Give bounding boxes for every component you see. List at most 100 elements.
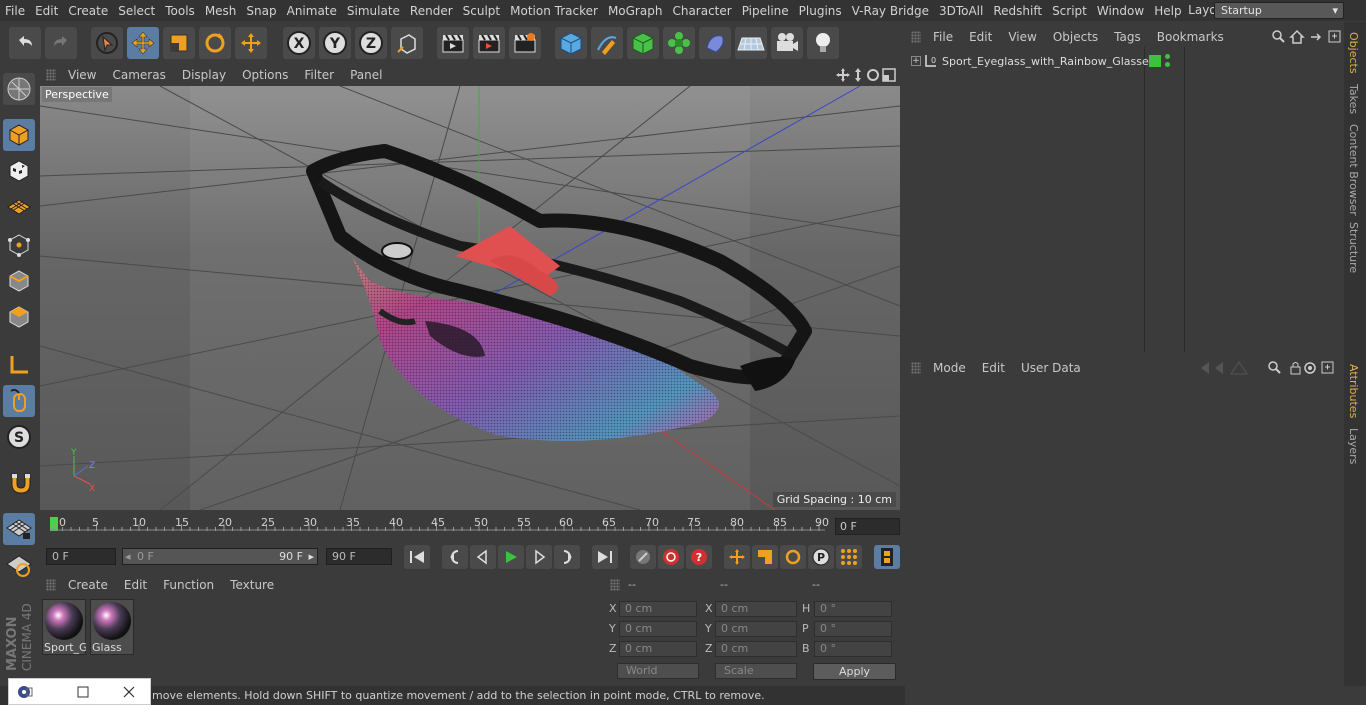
record-keys-button[interactable] [630, 545, 656, 569]
rotation-b-field[interactable]: 0 ° [814, 641, 892, 657]
attr-menu-edit[interactable]: Edit [974, 361, 1013, 375]
z-axis-lock-button[interactable]: Z [355, 27, 387, 59]
coord-scale-dropdown[interactable]: Scale [715, 663, 797, 679]
locked-workplane-button[interactable] [3, 549, 35, 581]
tab-takes[interactable]: Takes [1347, 84, 1360, 114]
model-mode-button[interactable] [3, 119, 35, 151]
tab-objects[interactable]: Objects [1347, 32, 1360, 74]
obj-menu-bookmarks[interactable]: Bookmarks [1149, 30, 1232, 44]
cloner-button[interactable] [663, 27, 695, 59]
menu-3dtoall[interactable]: 3DToAll [934, 4, 988, 18]
menu-render[interactable]: Render [405, 4, 458, 18]
points-mode-button[interactable] [3, 229, 35, 261]
keyframe-selection-button[interactable]: ? [686, 545, 712, 569]
current-frame-field[interactable]: 0 F [835, 518, 900, 535]
coord-grip[interactable] [610, 579, 620, 591]
apply-button[interactable]: Apply [813, 663, 896, 680]
close-icon[interactable] [123, 686, 135, 698]
coordinate-system-button[interactable] [391, 27, 423, 59]
snap-settings-button[interactable]: S [3, 421, 35, 453]
rotate-tool-button[interactable] [199, 27, 231, 59]
preview-range-slider[interactable]: ◂ 0 F 90 F ▸ [122, 548, 318, 565]
material-grip[interactable] [46, 579, 56, 591]
obj-menu-file[interactable]: File [925, 30, 961, 44]
scale-tool-button[interactable] [163, 27, 195, 59]
vp-menu-filter[interactable]: Filter [296, 68, 342, 82]
menu-simulate[interactable]: Simulate [342, 4, 405, 18]
key-position-button[interactable] [724, 545, 750, 569]
render-settings-button[interactable] [509, 27, 541, 59]
menu-file[interactable]: File [0, 4, 30, 18]
tweak-mode-button[interactable] [3, 385, 35, 417]
axis-mode-button[interactable] [3, 349, 35, 381]
timeline-window-button[interactable] [874, 545, 900, 569]
transform-tool-button[interactable] [235, 27, 267, 59]
render-view-button[interactable] [437, 27, 469, 59]
workplane-lock-button[interactable] [3, 513, 35, 545]
render-to-picture-viewer-button[interactable] [473, 27, 505, 59]
object-nav-icons[interactable] [1271, 29, 1343, 45]
position-y-field[interactable]: 0 cm [619, 621, 697, 637]
mat-menu-edit[interactable]: Edit [116, 578, 155, 592]
vp-menu-display[interactable]: Display [174, 68, 234, 82]
vp-menu-cameras[interactable]: Cameras [104, 68, 173, 82]
attribute-nav-icons[interactable] [1197, 360, 1343, 376]
menu-tools[interactable]: Tools [160, 4, 200, 18]
layer-color-swatch[interactable] [1149, 55, 1161, 67]
size-x-field[interactable]: 0 cm [715, 601, 797, 617]
menu-edit[interactable]: Edit [30, 4, 63, 18]
key-rotation-button[interactable] [780, 545, 806, 569]
next-frame-button[interactable] [526, 545, 552, 569]
position-x-field[interactable]: 0 cm [619, 601, 697, 617]
max-frame-field[interactable]: 90 F [326, 548, 392, 565]
size-z-field[interactable]: 0 cm [715, 641, 797, 657]
menu-mograph[interactable]: MoGraph [603, 4, 668, 18]
obj-menu-objects[interactable]: Objects [1045, 30, 1106, 44]
tab-layers[interactable]: Layers [1347, 428, 1360, 464]
coord-system-dropdown[interactable]: World [617, 663, 699, 679]
play-button[interactable] [498, 545, 524, 569]
menu-help[interactable]: Help [1149, 4, 1186, 18]
mat-menu-function[interactable]: Function [155, 578, 222, 592]
x-axis-lock-button[interactable]: X [283, 27, 315, 59]
obj-menu-view[interactable]: View [1000, 30, 1044, 44]
menu-vray-bridge[interactable]: V-Ray Bridge [847, 4, 934, 18]
viewport-camera-label[interactable]: Perspective [42, 87, 112, 102]
attr-menu-mode[interactable]: Mode [925, 361, 974, 375]
make-editable-button[interactable] [3, 73, 35, 105]
floor-environment-button[interactable] [735, 27, 767, 59]
menu-snap[interactable]: Snap [241, 4, 281, 18]
layout-dropdown[interactable]: Startup [1214, 2, 1344, 19]
position-z-field[interactable]: 0 cm [619, 641, 697, 657]
c4d-app-icon[interactable] [17, 685, 33, 699]
pen-spline-button[interactable] [591, 27, 623, 59]
undo-button[interactable] [9, 27, 41, 59]
vp-menu-view[interactable]: View [60, 68, 104, 82]
next-key-button[interactable] [554, 545, 580, 569]
obj-menu-tags[interactable]: Tags [1106, 30, 1149, 44]
tab-attributes[interactable]: Attributes [1347, 364, 1360, 418]
enable-snap-button[interactable] [3, 467, 35, 499]
live-selection-button[interactable] [91, 27, 123, 59]
camera-button[interactable] [771, 27, 803, 59]
menu-pipeline[interactable]: Pipeline [737, 4, 794, 18]
attribute-grip[interactable] [911, 362, 921, 374]
attr-menu-user-data[interactable]: User Data [1013, 361, 1089, 375]
frame-ruler[interactable]: 0 5 10 15 20 25 30 35 40 45 50 55 60 65 … [50, 514, 829, 536]
size-y-field[interactable]: 0 cm [715, 621, 797, 637]
menu-window[interactable]: Window [1092, 4, 1149, 18]
min-frame-field[interactable]: 0 F [46, 548, 116, 565]
timeline-ruler[interactable]: 0 5 10 15 20 25 30 35 40 45 50 55 60 65 … [40, 512, 900, 540]
menu-mesh[interactable]: Mesh [200, 4, 242, 18]
polygons-mode-button[interactable] [3, 301, 35, 333]
key-parameter-button[interactable]: P [808, 545, 834, 569]
goto-end-button[interactable] [592, 545, 618, 569]
menu-character[interactable]: Character [667, 4, 736, 18]
goto-start-button[interactable] [404, 545, 430, 569]
rotation-h-field[interactable]: 0 ° [814, 601, 892, 617]
mat-menu-create[interactable]: Create [60, 578, 116, 592]
mat-menu-texture[interactable]: Texture [222, 578, 282, 592]
menu-sculpt[interactable]: Sculpt [458, 4, 505, 18]
visibility-dots-icon[interactable] [1165, 54, 1171, 68]
vp-menu-panel[interactable]: Panel [342, 68, 390, 82]
